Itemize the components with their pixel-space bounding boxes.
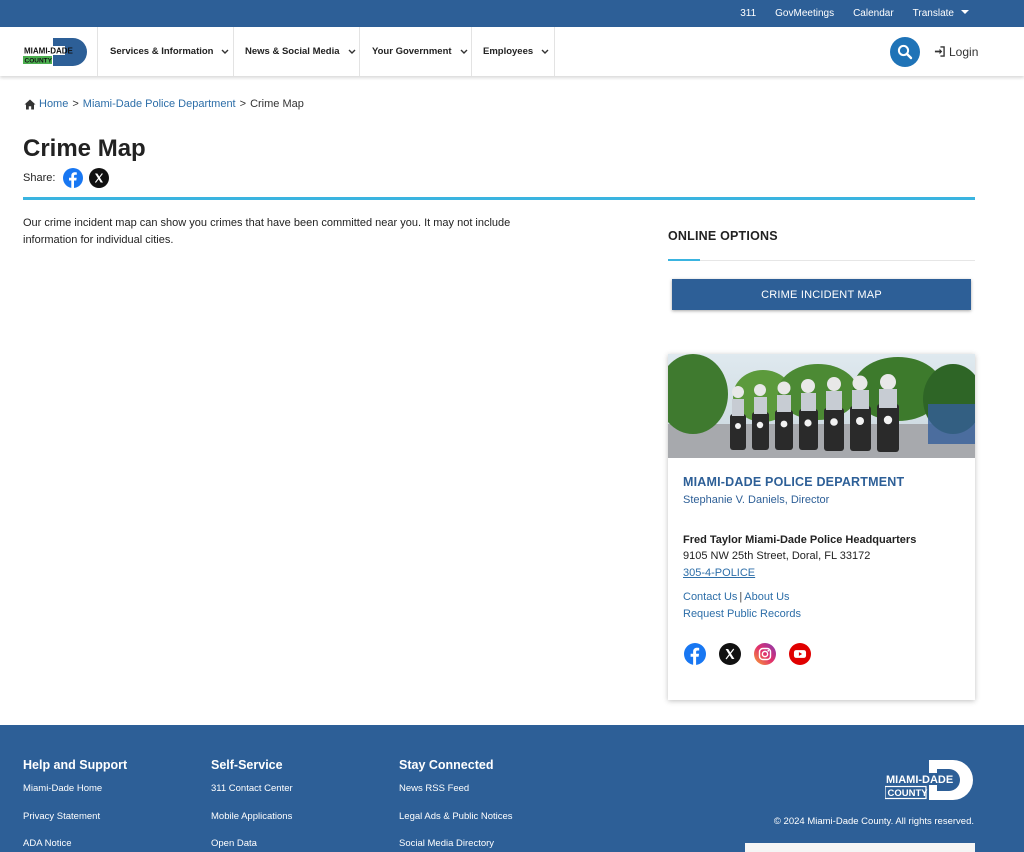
translate-label: Translate [912,8,954,19]
x-icon[interactable] [89,168,110,188]
footer-logo-text-line2: COUNTY [888,788,929,799]
intro-text: Our crime incident map can show you crim… [23,217,511,246]
breadcrumb: Home > Miami-Dade Police Department > Cr… [24,98,304,110]
nav-divider [471,27,472,76]
department-social-links [684,643,811,665]
nav-employees[interactable]: Employees [483,27,549,76]
footer-link[interactable]: 311 Contact Center [211,783,293,811]
miami-dade-logo[interactable]: MIAMI-DADE COUNTY [23,36,89,68]
footer-column-title: Help and Support [23,758,128,772]
footer-link[interactable]: Open Data [211,838,293,852]
headquarters-address: 9105 NW 25th Street, Doral, FL 33172 [683,550,871,562]
nav-label: Employees [483,46,534,57]
translate-dropdown[interactable]: Translate [913,8,969,19]
share-bar: Share: [23,168,115,188]
chevron-down-icon [348,49,356,54]
youtube-icon[interactable] [789,643,811,665]
main-nav: MIAMI-DADE COUNTY Services & Information… [0,27,1024,76]
nav-label: Services & Information [110,46,214,57]
x-icon[interactable] [719,643,741,665]
online-options-heading: ONLINE OPTIONS [668,229,778,243]
share-label: Share: [23,172,56,184]
logo-text-line1: MIAMI-DADE [24,47,74,56]
sign-in-icon [934,46,945,57]
about-us-link[interactable]: About Us [744,591,789,603]
contact-us-link[interactable]: Contact Us [683,591,737,603]
footer-link[interactable]: Social Media Directory [399,838,513,852]
nav-services-information[interactable]: Services & Information [110,27,229,76]
footer-miami-dade-logo[interactable]: MIAMI-DADE COUNTY [885,759,974,801]
footer-link[interactable]: Miami-Dade Home [23,783,127,811]
nav-divider [359,27,360,76]
site-footer: Help and Support Miami-Dade Home Privacy… [0,725,1024,852]
footer-link[interactable]: Privacy Statement [23,811,127,839]
page-title: Crime Map [23,135,146,162]
breadcrumb-separator: > [239,98,247,110]
footer-feedback-box [745,843,975,852]
online-options-accent [668,259,700,261]
home-icon [24,99,36,109]
utility-link-311[interactable]: 311 [740,8,756,19]
footer-link[interactable]: Mobile Applications [211,811,293,839]
utility-link-govmeetings[interactable]: GovMeetings [775,8,834,19]
nav-your-government[interactable]: Your Government [372,27,468,76]
phone-link[interactable]: 305-4-POLICE [683,567,755,579]
footer-self-service: Self-Service 311 Contact Center Mobile A… [211,758,293,852]
police-motorcycles-photo [668,354,975,458]
footer-stay-connected: Stay Connected News RSS Feed Legal Ads &… [399,758,513,852]
nav-news-social-media[interactable]: News & Social Media [245,27,356,76]
chevron-down-icon [221,49,229,54]
online-options-divider [668,260,975,261]
search-icon [897,44,913,60]
breadcrumb-separator: > [72,98,79,110]
utility-link-calendar[interactable]: Calendar [853,8,894,19]
contact-about-links: Contact Us | About Us [683,591,790,603]
caret-down-icon [961,10,969,14]
crime-incident-map-button[interactable]: CRIME INCIDENT MAP [672,279,971,310]
breadcrumb-current: Crime Map [250,98,304,110]
department-card: MIAMI-DADE POLICE DEPARTMENT Stephanie V… [668,354,975,700]
instagram-icon[interactable] [754,643,776,665]
footer-link[interactable]: ADA Notice [23,838,127,852]
nav-label: Your Government [372,46,452,57]
footer-logo-text-line1: MIAMI-DADE [886,774,953,786]
headquarters-name: Fred Taylor Miami-Dade Police Headquarte… [683,534,917,546]
chevron-down-icon [460,49,468,54]
footer-column-title: Stay Connected [399,758,494,772]
footer-help-support: Help and Support Miami-Dade Home Privacy… [23,758,127,852]
footer-link[interactable]: News RSS Feed [399,783,513,811]
title-divider [23,197,975,200]
chevron-down-icon [541,49,549,54]
department-name[interactable]: MIAMI-DADE POLICE DEPARTMENT [683,475,904,489]
search-button[interactable] [890,37,920,67]
link-separator: | [739,591,743,603]
nav-divider [97,27,98,76]
logo-text-line2: COUNTY [25,58,53,65]
nav-divider [554,27,555,76]
utility-links: 311 GovMeetings Calendar Translate [740,0,969,27]
utility-bar: 311 GovMeetings Calendar Translate [0,0,1024,27]
public-records-link[interactable]: Request Public Records [683,608,801,620]
director-name: Stephanie V. Daniels, Director [683,494,830,506]
nav-label: News & Social Media [245,46,340,57]
breadcrumb-home[interactable]: Home [39,98,68,110]
facebook-icon[interactable] [63,168,84,188]
breadcrumb-police-department[interactable]: Miami-Dade Police Department [83,98,236,110]
nav-divider [233,27,234,76]
copyright-text: © 2024 Miami-Dade County. All rights res… [773,816,974,827]
facebook-icon[interactable] [684,643,706,665]
login-link[interactable]: Login [934,27,978,76]
login-label: Login [949,44,979,59]
footer-column-title: Self-Service [211,758,283,772]
footer-link[interactable]: Legal Ads & Public Notices [399,811,513,839]
